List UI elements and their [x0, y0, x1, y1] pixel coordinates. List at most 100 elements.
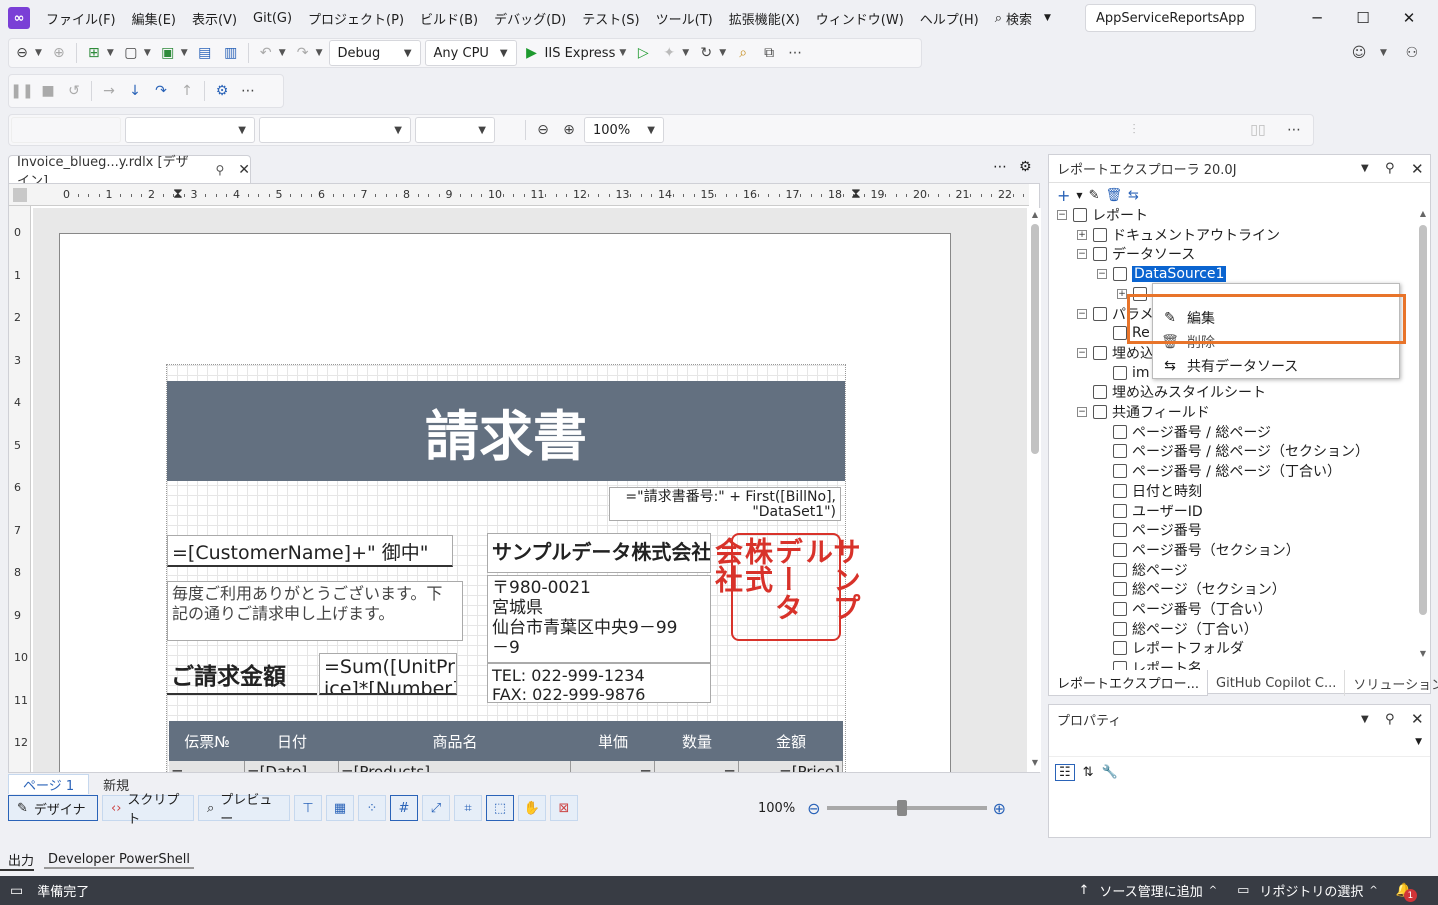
font-name-select[interactable] — [11, 117, 121, 143]
menu-extensions[interactable]: 拡張機能(X) — [721, 9, 808, 28]
platform-select[interactable]: Any CPU ▼ — [424, 40, 517, 66]
add-to-source-control[interactable]: ソース管理に追加 — [1099, 881, 1202, 900]
address-textbox[interactable]: 〒980-0021 宮城県 仙台市青葉区中央9－99 －9 — [487, 575, 711, 663]
table-cell[interactable]: =[Date] — [245, 761, 339, 772]
menu-help[interactable]: ヘルプ(H) — [912, 9, 987, 28]
diagnostics-icon[interactable]: ⚙ — [211, 80, 233, 102]
pause-icon[interactable]: ❚❚ — [10, 80, 33, 102]
find-in-files-icon[interactable]: ⌕ — [732, 42, 754, 64]
expander-icon[interactable]: − — [1097, 269, 1107, 280]
font-style-select[interactable]: ▼ — [259, 117, 411, 143]
company-seal-stamp[interactable]: サンプル データ 株式 会社 — [711, 533, 862, 641]
browser-link-icon[interactable]: ⧉ — [758, 42, 780, 64]
close-icon[interactable]: ✕ — [1411, 710, 1424, 728]
chevron-down-icon[interactable]: ▼ — [107, 48, 114, 58]
undo-icon[interactable]: ↶ — [255, 42, 277, 64]
menu-view[interactable]: 表示(V) — [184, 9, 245, 28]
minimize-button[interactable]: ─ — [1294, 0, 1340, 36]
step-over-icon[interactable]: ↷ — [150, 80, 172, 102]
expander-icon[interactable]: − — [1077, 249, 1087, 260]
spacing-icon[interactable]: ▯▯ — [1247, 119, 1269, 141]
save-icon[interactable]: ▤ — [194, 42, 216, 64]
step-into-icon[interactable]: ↓ — [124, 80, 146, 102]
more-icon[interactable]: ⋯ — [237, 80, 259, 102]
chevron-down-icon[interactable]: ▼ — [35, 48, 42, 58]
tree-item[interactable]: 日付と時刻 — [1097, 481, 1202, 501]
menu-project[interactable]: プロジェクト(P) — [300, 9, 412, 28]
tree-item[interactable]: − DataSource1 — [1097, 264, 1227, 284]
run-without-debug-icon[interactable]: ▷ — [632, 42, 654, 64]
feedback-icon[interactable]: ▭ — [10, 883, 23, 899]
expander-icon[interactable]: − — [1057, 210, 1067, 220]
menu-file[interactable]: ファイル(F) — [38, 9, 124, 28]
menu-test[interactable]: テスト(S) — [574, 9, 647, 28]
amount-expression[interactable]: =Sum([UnitPr ice]*[Number] — [319, 653, 457, 695]
tree-item[interactable]: im — [1097, 363, 1150, 383]
table-header[interactable]: 商品名 — [339, 721, 571, 761]
menu-git[interactable]: Git(G) — [245, 11, 300, 26]
expander-icon[interactable]: + — [1077, 229, 1087, 240]
back-icon[interactable]: ⊖ — [11, 42, 33, 64]
resize-icon[interactable]: ⤢ — [422, 795, 450, 821]
tree-item[interactable]: ユーザーID — [1097, 501, 1203, 521]
design-canvas[interactable]: 請求書 ="請求書番号:" + First([BillNo], "DataSet… — [33, 208, 1027, 772]
alphabetical-icon[interactable]: ⇅ — [1083, 765, 1094, 780]
expander-icon[interactable]: − — [1077, 347, 1087, 358]
scrollbar-thumb[interactable] — [1031, 224, 1039, 454]
tab-output[interactable]: 出力 — [0, 850, 35, 871]
tree-item[interactable]: ページ番号（丁合い） — [1097, 599, 1272, 619]
edit-pencil-icon[interactable]: ✎ — [1089, 188, 1100, 203]
restart-icon[interactable]: ↺ — [63, 80, 85, 102]
chevron-down-icon[interactable]: ▼ — [1076, 191, 1082, 200]
chevron-down-icon[interactable]: ▼ — [279, 48, 286, 58]
tree-item[interactable]: ページ番号 / 総ページ（セクション） — [1097, 441, 1369, 461]
select-repository[interactable]: リポジトリの選択 — [1259, 881, 1363, 900]
zoom-in-icon[interactable]: ⊕ — [558, 119, 580, 141]
tab-page-1[interactable]: ページ 1 — [8, 774, 90, 794]
notification-bell-icon[interactable]: 🔔 1 — [1396, 883, 1417, 902]
greeting-textbox[interactable]: 毎度ご利用ありがとうございます。下記の通りご請求申し上げます。 — [167, 581, 463, 641]
tree-item[interactable]: − 共通フィールド — [1077, 402, 1210, 422]
maximize-button[interactable]: ☐ — [1340, 0, 1386, 36]
tree-item[interactable]: − データソース — [1077, 244, 1195, 264]
redo-icon[interactable]: ↷ — [292, 42, 314, 64]
tab-github-copilot[interactable]: GitHub Copilot C... — [1208, 670, 1346, 696]
menu-window[interactable]: ウィンドウ(W) — [808, 9, 912, 28]
tree-item[interactable]: 総ページ — [1097, 560, 1188, 580]
account-icon[interactable]: ⚇ — [1401, 42, 1423, 64]
categorized-icon[interactable]: ☷ — [1055, 763, 1075, 781]
scrollbar-thumb[interactable] — [1419, 225, 1427, 615]
refresh-icon[interactable]: ↻ — [695, 42, 717, 64]
invoice-number-textbox[interactable]: ="請求書番号:" + First([BillNo], "DataSet1") — [609, 487, 841, 521]
tab-developer-powershell[interactable]: Developer PowerShell — [44, 852, 195, 869]
context-menu-shared-datasource[interactable]: ⇆ 共有データソース — [1153, 354, 1399, 378]
add-item-icon[interactable]: ▣ — [157, 42, 179, 64]
pin-icon[interactable]: ⚲ — [215, 163, 224, 177]
more-icon[interactable]: ⋯ — [784, 42, 806, 64]
table-cell[interactable]: =[SlipNo] — [169, 761, 245, 772]
more-icon[interactable]: ⋯ — [993, 159, 1007, 175]
tab-report-explorer[interactable]: レポートエクスプロー... — [1048, 670, 1209, 696]
run-button[interactable]: IIS Express — [545, 46, 616, 61]
menu-tools[interactable]: ツール(T) — [648, 9, 721, 28]
tree-item[interactable]: − レポート — [1057, 205, 1148, 225]
expander-icon[interactable]: − — [1077, 407, 1087, 417]
report-body[interactable]: 請求書 ="請求書番号:" + First([BillNo], "DataSet… — [166, 364, 862, 772]
preview-mode-button[interactable]: ⌕ プレビュー — [198, 793, 290, 827]
zoom-slider[interactable] — [826, 800, 987, 816]
zoom-out-icon[interactable]: ⊖ — [807, 799, 820, 818]
step-out-icon[interactable]: ↑ — [176, 80, 198, 102]
table-header[interactable]: 日付 — [245, 721, 339, 761]
tree-item[interactable]: ページ番号（セクション） — [1097, 540, 1300, 560]
close-window-button[interactable]: ✕ — [1386, 0, 1432, 36]
hot-reload-icon[interactable]: ✦ — [658, 42, 680, 64]
expander-icon[interactable]: + — [1117, 288, 1127, 299]
table-header[interactable]: 単価 — [571, 721, 655, 761]
more-icon[interactable]: ⋯ — [1283, 119, 1305, 141]
company-name[interactable]: サンプルデータ株式会社 — [487, 533, 711, 573]
pin-icon[interactable]: ⚲ — [1385, 161, 1395, 176]
script-mode-button[interactable]: ‹› スクリプト — [102, 793, 194, 827]
property-pages-icon[interactable]: 🔧 — [1102, 765, 1118, 780]
zoom-out-icon[interactable]: ⊖ — [532, 119, 554, 141]
contact-textbox[interactable]: TEL: 022-999-1234 FAX: 022-999-9876 — [487, 663, 711, 703]
